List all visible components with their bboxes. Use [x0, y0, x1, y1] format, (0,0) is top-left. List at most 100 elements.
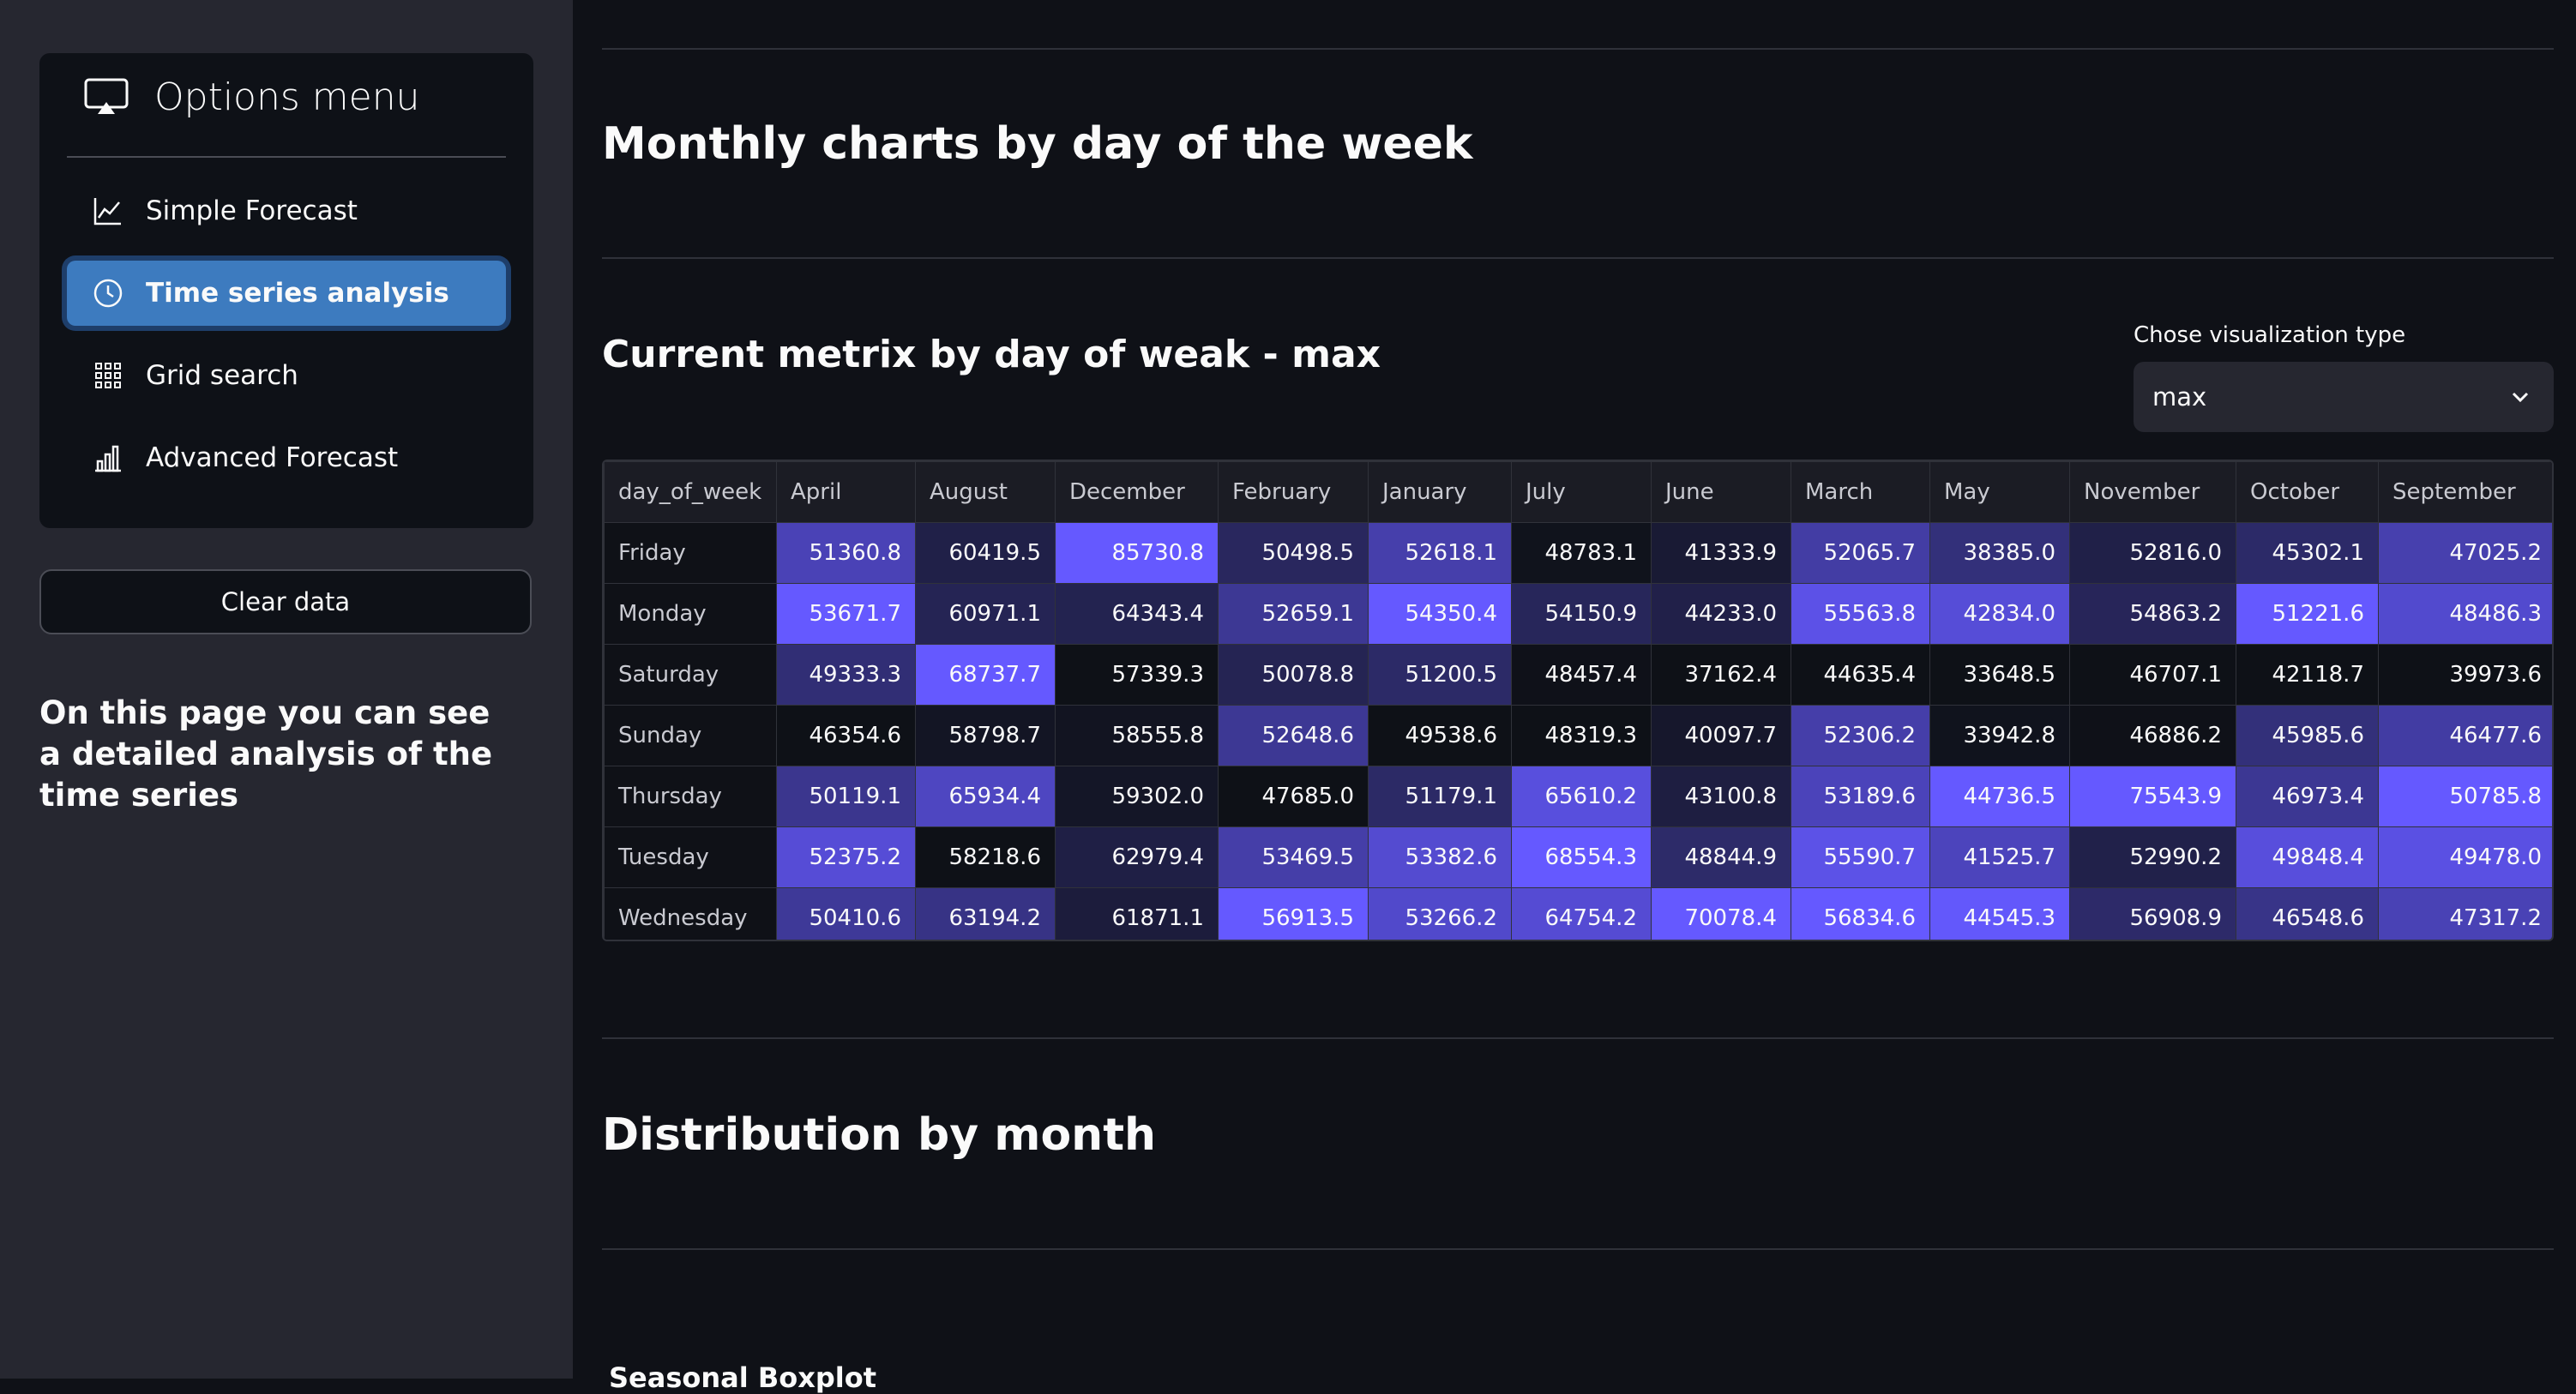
table-cell: 39973.6 — [2378, 644, 2552, 706]
table-cell: 46477.6 — [2378, 705, 2552, 766]
table-cell: 63194.2 — [915, 887, 1056, 940]
table-cell: 48486.3 — [2378, 583, 2552, 645]
column-header[interactable]: May — [1929, 461, 2070, 523]
table-cell: 68737.7 — [915, 644, 1056, 706]
table-cell: 49538.6 — [1368, 705, 1512, 766]
table-cell: 46354.6 — [776, 705, 916, 766]
column-header[interactable]: July — [1511, 461, 1652, 523]
table-cell: 48844.9 — [1651, 826, 1791, 888]
sidebar: Options menu Simple Forecast Time series… — [0, 0, 573, 1379]
table-cell: 53189.6 — [1791, 766, 1930, 827]
column-header[interactable]: April — [776, 461, 916, 523]
table-cell: 52990.2 — [2069, 826, 2236, 888]
menu-item-label: Simple Forecast — [146, 195, 358, 226]
table-cell: 57339.3 — [1055, 644, 1219, 706]
column-header[interactable]: August — [915, 461, 1056, 523]
metrix-table: day_of_week April August December February Ja… — [602, 460, 2554, 941]
table-cell: 43100.8 — [1651, 766, 1791, 827]
clear-data-button[interactable]: Clear data — [39, 569, 532, 634]
page-description: On this page you can see a detailed anal… — [39, 694, 493, 814]
table-cell: 52816.0 — [2069, 522, 2236, 584]
menu-divider — [67, 156, 506, 158]
table-cell: 40097.7 — [1651, 705, 1791, 766]
table-cell: 60419.5 — [915, 522, 1056, 584]
row-label: Wednesday — [604, 887, 777, 940]
table-cell: 55563.8 — [1791, 583, 1930, 645]
table-row: Saturday 49333.3 68737.7 57339.3 50078.8 5120… — [604, 644, 2552, 706]
table-cell: 53382.6 — [1368, 826, 1512, 888]
table-cell: 58555.8 — [1055, 705, 1219, 766]
menu-item-grid-search[interactable]: Grid search — [67, 343, 506, 408]
bar-chart-icon — [95, 445, 121, 472]
table-cell: 46707.1 — [2069, 644, 2236, 706]
column-header[interactable]: March — [1791, 461, 1930, 523]
menu-item-time-series-analysis[interactable]: Time series analysis — [67, 261, 506, 326]
menu-title: Options menu — [154, 75, 420, 119]
table-cell: 58218.6 — [915, 826, 1056, 888]
table-cell: 54350.4 — [1368, 583, 1512, 645]
table-cell: 44736.5 — [1929, 766, 2070, 827]
table-cell: 51221.6 — [2236, 583, 2379, 645]
line-chart-icon — [93, 198, 121, 225]
table-cell: 41525.7 — [1929, 826, 2070, 888]
row-label: Thursday — [604, 766, 777, 827]
menu-item-label: Time series analysis — [146, 278, 449, 309]
table-cell: 59302.0 — [1055, 766, 1219, 827]
divider — [602, 257, 2554, 259]
table-row: Thursday 50119.1 65934.4 59302.0 47685.0 5117… — [604, 766, 2552, 827]
table-cell: 33648.5 — [1929, 644, 2070, 706]
divider — [602, 1037, 2554, 1039]
table-cell: 48319.3 — [1511, 705, 1652, 766]
table-cell: 48457.4 — [1511, 644, 1652, 706]
table-cell: 56834.6 — [1791, 887, 1930, 940]
table-cell: 42118.7 — [2236, 644, 2379, 706]
table-cell: 53266.2 — [1368, 887, 1512, 940]
table-cell: 58798.7 — [915, 705, 1056, 766]
options-menu: Options menu Simple Forecast Time series… — [39, 53, 533, 528]
table-cell: 46548.6 — [2236, 887, 2379, 940]
metrix-heading: Current metrix by day of weak - max — [602, 333, 1381, 376]
main-content: Monthly charts by day of the week Curren… — [573, 0, 2576, 1394]
table-row: Monday 53671.7 60971.1 64343.4 52659.1 54350.… — [604, 583, 2552, 645]
cast-icon — [84, 78, 129, 114]
visualization-type-select[interactable]: max — [2134, 362, 2554, 432]
table-cell: 52306.2 — [1791, 705, 1930, 766]
column-header[interactable]: September — [2378, 461, 2552, 523]
column-header[interactable]: November — [2069, 461, 2236, 523]
table-cell: 47317.2 — [2378, 887, 2552, 940]
column-header[interactable]: February — [1218, 461, 1369, 523]
table-cell: 50785.8 — [2378, 766, 2552, 827]
menu-item-label: Grid search — [146, 360, 298, 391]
table-cell: 51200.5 — [1368, 644, 1512, 706]
table-cell: 50410.6 — [776, 887, 916, 940]
table-cell: 49333.3 — [776, 644, 916, 706]
column-header[interactable]: October — [2236, 461, 2379, 523]
clock-icon — [93, 279, 123, 308]
menu-item-simple-forecast[interactable]: Simple Forecast — [67, 178, 506, 243]
table-cell: 70078.4 — [1651, 887, 1791, 940]
column-header[interactable]: June — [1651, 461, 1791, 523]
table-cell: 64754.2 — [1511, 887, 1652, 940]
table-cell: 51179.1 — [1368, 766, 1512, 827]
table-cell: 52618.1 — [1368, 522, 1512, 584]
grid-icon — [95, 363, 121, 388]
divider — [602, 1248, 2554, 1250]
table-cell: 54863.2 — [2069, 583, 2236, 645]
table-cell: 85730.8 — [1055, 522, 1219, 584]
table-cell: 52375.2 — [776, 826, 916, 888]
table-cell: 47025.2 — [2378, 522, 2552, 584]
table-cell: 52648.6 — [1218, 705, 1369, 766]
column-header-day-of-week[interactable]: day_of_week — [604, 461, 777, 523]
table-cell: 41333.9 — [1651, 522, 1791, 584]
table-cell: 53671.7 — [776, 583, 916, 645]
column-header[interactable]: December — [1055, 461, 1219, 523]
menu-item-advanced-forecast[interactable]: Advanced Forecast — [67, 425, 506, 490]
table-cell: 42834.0 — [1929, 583, 2070, 645]
table-row: Wednesday 50410.6 63194.2 61871.1 56913.5 532… — [604, 887, 2552, 940]
table-cell: 46886.2 — [2069, 705, 2236, 766]
column-header[interactable]: January — [1368, 461, 1512, 523]
monthly-charts-heading: Monthly charts by day of the week — [602, 118, 1473, 170]
table-cell: 33942.8 — [1929, 705, 2070, 766]
table-cell: 44635.4 — [1791, 644, 1930, 706]
row-label: Tuesday — [604, 826, 777, 888]
